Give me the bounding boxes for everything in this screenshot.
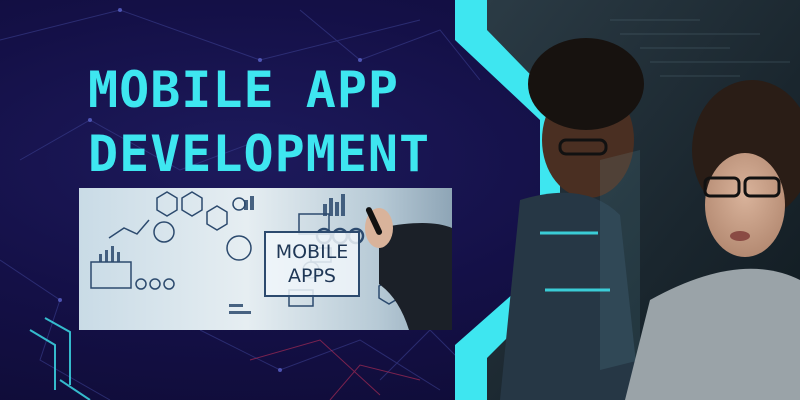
headline-line-2: DEVELOPMENT xyxy=(88,125,431,183)
banner: MOBILE APP DEVELOPMENT MOBILE APPS xyxy=(0,0,800,400)
mobile-apps-label-box: MOBILE APPS xyxy=(264,231,360,297)
inset-text-mobile: MOBILE xyxy=(275,241,349,263)
headline-line-1: MOBILE APP xyxy=(88,61,400,119)
headline: MOBILE APP DEVELOPMENT xyxy=(88,58,430,186)
inset-text-apps: APPS xyxy=(288,265,336,287)
mobile-apps-inset-image: MOBILE APPS xyxy=(79,188,452,330)
